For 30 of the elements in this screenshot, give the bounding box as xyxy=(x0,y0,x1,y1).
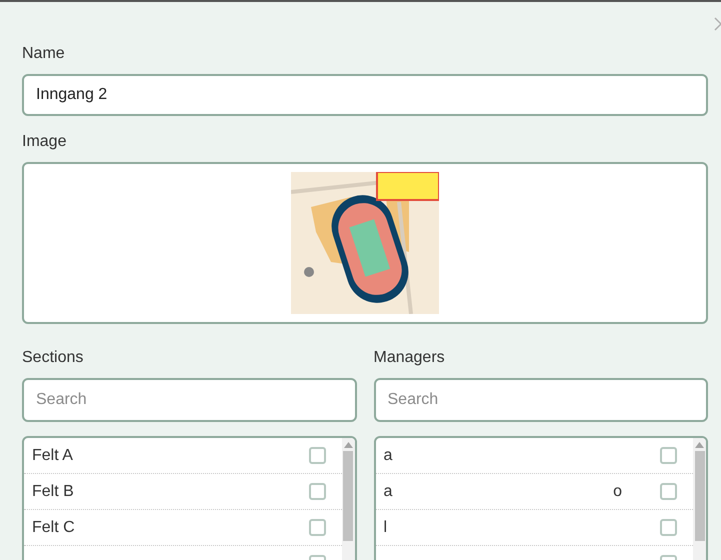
item-label: l xyxy=(384,518,388,538)
item-label: Felt A xyxy=(32,446,73,466)
field-label: Managers xyxy=(374,348,446,368)
list-item[interactable]: a o xyxy=(376,474,693,510)
checkbox[interactable] xyxy=(660,447,677,464)
field-label: Image xyxy=(22,132,68,152)
scroll-up-icon[interactable] xyxy=(344,442,352,448)
checkbox[interactable] xyxy=(660,483,677,500)
item-label: Felt B xyxy=(32,482,74,502)
checkbox[interactable] xyxy=(308,519,326,536)
close-icon xyxy=(714,17,721,31)
list-item[interactable]: Felt A xyxy=(24,438,342,474)
item-label: Felt C xyxy=(32,518,75,538)
item-label: a xyxy=(384,482,392,502)
field-label: Name xyxy=(22,44,66,64)
list-item[interactable]: Felt C xyxy=(24,510,342,546)
name-field[interactable]: Inngang 2 xyxy=(22,74,708,116)
item-label: o xyxy=(613,482,622,502)
list-item[interactable]: a xyxy=(376,438,693,474)
checkbox[interactable] xyxy=(308,483,326,500)
search-field[interactable]: Search xyxy=(22,378,356,422)
checkbox[interactable] xyxy=(308,447,326,464)
close-button[interactable] xyxy=(714,17,721,31)
scroll-up-icon[interactable] xyxy=(695,442,704,448)
item-label: a xyxy=(384,446,392,466)
field-label: Sections xyxy=(22,348,84,368)
search-field[interactable]: Search xyxy=(374,378,708,422)
checkbox[interactable] xyxy=(660,519,677,536)
list-item[interactable]: Felt B xyxy=(24,474,342,510)
list-item[interactable]: l xyxy=(376,510,693,546)
